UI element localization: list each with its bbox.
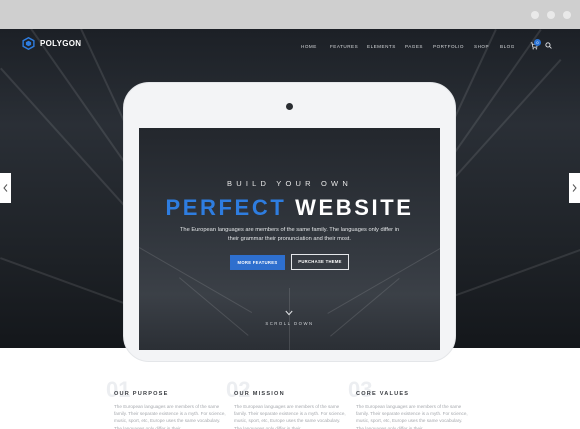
screen-beam [179,277,249,336]
feature-title: CORE VALUES [356,391,410,397]
scroll-down-label[interactable]: SCROLL DOWN [139,321,440,326]
brand-logo[interactable]: POLYGON [22,37,81,50]
tablet-camera [286,103,293,110]
nav-item-blog[interactable]: BLOG [500,44,515,49]
slider-prev-button[interactable] [0,173,11,203]
brand-name: POLYGON [40,39,82,48]
browser-top-bar [0,0,580,29]
nav-item-home[interactable]: HOME [301,44,317,49]
nav-item-features[interactable]: FEATURES [330,44,358,49]
feature-title: OUR PURPOSE [114,391,169,397]
feature-title: OUR MISSION [234,391,285,397]
search-icon[interactable] [545,42,552,49]
screen-beam [289,288,290,350]
polygon-logo-icon [22,37,35,50]
feature-number: 03 [348,377,373,402]
background-beam [0,257,133,307]
feature-body: The European languages are members of th… [356,404,468,429]
window-dot[interactable] [547,11,555,19]
purchase-theme-button[interactable]: PURCHASE THEME [291,254,349,270]
window-dot[interactable] [563,11,571,19]
nav-item-shop[interactable]: SHOP [474,44,489,49]
screen-beam [330,278,400,337]
nav-item-portfolio[interactable]: PORTFOLIO [433,44,464,49]
hero-description: The European languages are members of th… [179,227,400,242]
cart-count-badge: 0 [534,39,541,46]
background-beam [448,249,580,299]
more-features-button[interactable]: MORE FEATURES [230,255,285,270]
feature-number: 02 [226,377,251,402]
tablet-screen: BUILD YOUR OWN PERFECT WEBSITE The Europ… [139,128,440,350]
slider-next-button[interactable] [569,173,580,203]
feature-number: 01 [106,377,131,402]
feature-body: The European languages are members of th… [114,404,226,429]
chevron-down-icon[interactable] [285,310,293,316]
chevron-left-icon [3,184,8,192]
nav-item-elements[interactable]: ELEMENTS [367,44,396,49]
hero-headline: PERFECT WEBSITE [139,195,440,221]
nav-item-pages[interactable]: PAGES [405,44,423,49]
headline-word: WEBSITE [295,195,414,220]
chevron-right-icon [572,184,577,192]
window-dot[interactable] [531,11,539,19]
hero-eyebrow: BUILD YOUR OWN [227,179,352,188]
headline-accent-word: PERFECT [165,195,287,220]
feature-body: The European languages are members of th… [234,404,346,429]
